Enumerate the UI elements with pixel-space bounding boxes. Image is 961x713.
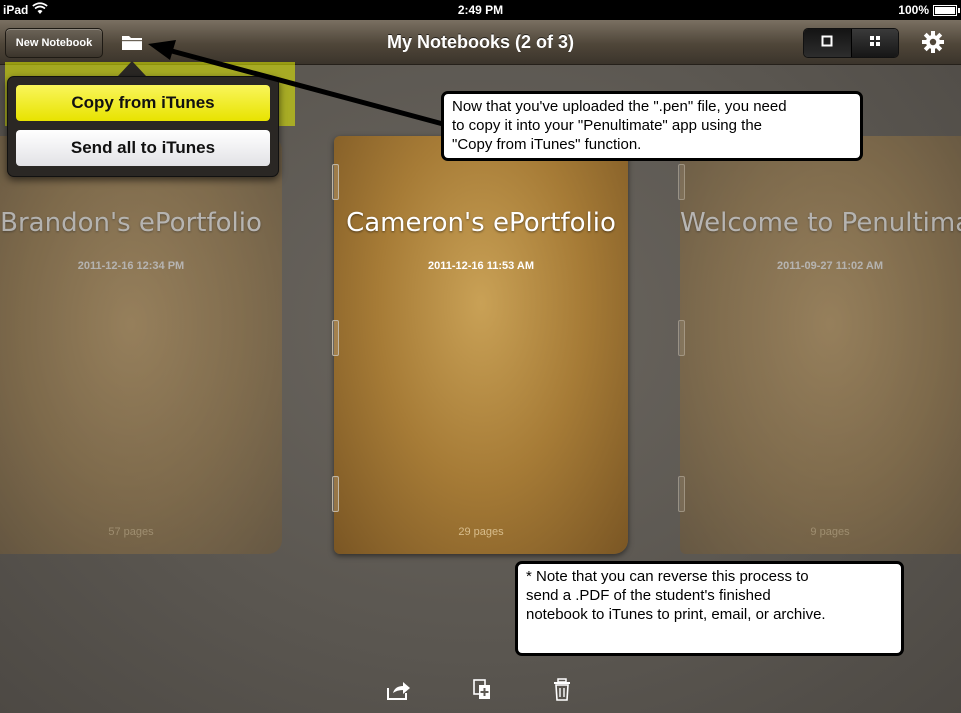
binding-ring <box>678 320 685 356</box>
notebook-card-selected[interactable]: Cameron's ePortfolio 2011-12-16 11:53 AM… <box>334 136 628 554</box>
grid-icon <box>869 34 881 52</box>
callout-text: send a .PDF of the student's finished <box>526 587 771 604</box>
notebook-date: 2011-12-16 11:53 AM <box>428 260 534 272</box>
view-mode-toggle[interactable] <box>803 28 899 58</box>
single-page-view-button[interactable] <box>804 29 851 57</box>
notebook-date: 2011-09-27 11:02 AM <box>777 260 883 272</box>
notebook-card[interactable]: Brandon's ePortfolio 2011-12-16 12:34 PM… <box>0 136 282 554</box>
folder-icon[interactable] <box>118 30 148 54</box>
callout-text: Now that you've uploaded the ".pen" file… <box>452 98 787 115</box>
single-page-icon <box>821 34 833 52</box>
callout-text: "Copy from iTunes" function. <box>452 136 642 153</box>
share-icon[interactable] <box>386 678 412 702</box>
notebook-date: 2011-12-16 12:34 PM <box>77 260 185 272</box>
callout-text: * Note that you can reverse this process… <box>526 568 809 585</box>
clock: 2:49 PM <box>457 3 504 17</box>
binding-ring <box>332 320 339 356</box>
send-all-to-itunes-button[interactable]: Send all to iTunes <box>16 130 270 166</box>
binding-ring <box>332 476 339 512</box>
trash-icon[interactable] <box>552 678 578 702</box>
notebook-page-count: 57 pages <box>108 526 154 538</box>
status-bar: iPad 2:49 PM 100% <box>0 0 961 20</box>
notebook-card[interactable]: Welcome to Penultimate 2011-09-27 11:02 … <box>680 136 961 554</box>
annotation-callout-upload: Now that you've uploaded the ".pen" file… <box>441 91 863 161</box>
new-notebook-button[interactable]: New Notebook <box>5 28 103 58</box>
battery-percent: 100% <box>898 3 929 17</box>
notebook-title: Cameron's ePortfolio <box>346 208 616 238</box>
binding-ring <box>332 164 339 200</box>
notebook-page-count: 9 pages <box>810 526 850 538</box>
duplicate-icon[interactable] <box>471 678 497 702</box>
top-toolbar: New Notebook My Notebooks (2 of 3) <box>0 20 961 65</box>
copy-from-itunes-button[interactable]: Copy from iTunes <box>16 85 270 121</box>
annotation-callout-reverse: * Note that you can reverse this process… <box>515 561 904 656</box>
itunes-popover: Copy from iTunes Send all to iTunes <box>7 76 279 177</box>
grid-view-button[interactable] <box>850 29 898 57</box>
binding-ring <box>678 164 685 200</box>
battery-icon <box>933 5 960 16</box>
popover-arrow <box>118 61 146 76</box>
callout-text: notebook to iTunes to print, email, or a… <box>526 606 826 623</box>
notebook-title: Welcome to Penultimate <box>680 208 961 238</box>
gear-icon[interactable] <box>921 30 947 54</box>
callout-text: to copy it into your "Penultimate" app u… <box>452 117 762 134</box>
notebook-page-count: 29 pages <box>458 526 504 538</box>
binding-ring <box>678 476 685 512</box>
notebook-title: Brandon's ePortfolio <box>0 208 262 238</box>
